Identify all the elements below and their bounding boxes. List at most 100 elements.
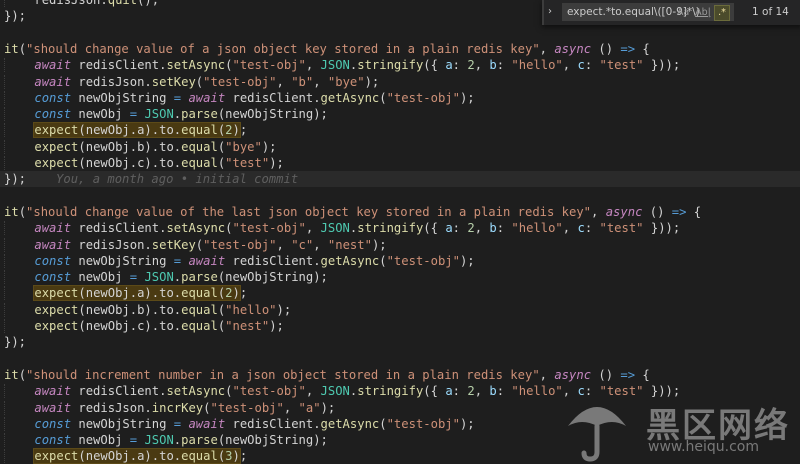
code-line[interactable]	[0, 25, 800, 41]
code-token: (newObjString);	[217, 107, 328, 122]
indent-guide	[4, 319, 35, 333]
code-line[interactable]: await redisClient.setAsync("test-obj", J…	[0, 220, 800, 236]
code-token: setAsync	[166, 58, 226, 73]
code-token: );	[269, 319, 284, 333]
code-token: parse	[181, 107, 218, 122]
code-token: getAsync	[320, 253, 380, 268]
code-token: ,	[276, 237, 292, 252]
code-token: "should change value of a json object ke…	[26, 41, 540, 56]
code-line[interactable]: expect(newObj.c).to.equal("nest");	[0, 318, 800, 334]
code-token: )	[232, 449, 240, 464]
code-token: (newObj.c).to.	[78, 156, 182, 170]
code-text: expect(newObj.a).to.equal(3);	[4, 448, 247, 464]
code-token: it	[4, 204, 19, 219]
chevron-right-icon[interactable]: ›	[548, 6, 558, 18]
code-token: const	[34, 416, 72, 431]
code-token: const	[34, 90, 72, 105]
code-text: });	[4, 8, 26, 24]
whole-word-toggle[interactable]: Ab|	[694, 6, 712, 20]
code-token: JSON	[144, 107, 174, 122]
code-line[interactable]: const newObjString = await redisClient.g…	[0, 90, 800, 106]
code-line[interactable]	[0, 188, 800, 204]
indent-guide	[4, 156, 35, 170]
code-line[interactable]: await redisClient.setAsync("test-obj", J…	[0, 57, 800, 73]
code-token: (newObj.c).to.	[78, 319, 182, 333]
code-line[interactable]: it("should change value of the last json…	[0, 204, 800, 220]
code-token: const	[34, 107, 72, 122]
code-token: expect	[34, 319, 79, 333]
code-token: (	[18, 367, 27, 382]
indent-guide	[4, 253, 35, 268]
code-text: redisJson.quit();	[4, 0, 159, 8]
code-line[interactable]: it("should increment number in a json ob…	[0, 367, 800, 383]
code-token: {	[635, 41, 650, 56]
code-token: );	[364, 74, 380, 89]
code-token: "test-obj"	[386, 253, 460, 268]
code-token: 2	[225, 286, 233, 301]
code-token: ;	[239, 123, 248, 138]
code-line[interactable]: expect(newObj.b).to.equal("bye");	[0, 139, 800, 155]
indent-guide	[4, 107, 35, 122]
code-token: await	[34, 74, 72, 89]
code-token: "test"	[599, 221, 644, 236]
code-line[interactable]: const newObj = JSON.parse(newObjString);	[0, 269, 800, 285]
code-token: "hello"	[511, 221, 563, 236]
code-token: ({	[423, 58, 446, 73]
indent-guide	[4, 270, 35, 285]
code-token: ,	[562, 58, 578, 73]
code-line[interactable]: const newObjString = await redisClient.g…	[0, 253, 800, 269]
code-token: (newObj.a).to.	[78, 449, 182, 464]
code-token: await	[188, 416, 226, 431]
code-line[interactable]: });	[0, 334, 800, 350]
code-text: expect(newObj.c).to.equal("nest");	[4, 318, 284, 334]
code-token: expect	[34, 156, 79, 170]
code-line[interactable]: expect(newObj.c).to.equal("test");	[0, 155, 800, 171]
code-token: JSON	[320, 221, 350, 236]
code-text: const newObj = JSON.parse(newObjString);	[4, 269, 328, 285]
code-line[interactable]: expect(newObj.a).to.equal(2);	[0, 122, 800, 139]
code-token: =>	[620, 41, 636, 56]
code-text: await redisJson.setKey("test-obj", "c", …	[4, 237, 387, 253]
find-widget: › expect.*to.equal\([0-9]*\) Aa Ab| .* 1…	[542, 0, 800, 25]
code-token: ,	[305, 221, 321, 236]
code-token: equal	[181, 286, 218, 301]
indent-guide	[4, 400, 35, 415]
code-token: redisJson.	[71, 74, 152, 89]
code-token: async	[554, 367, 592, 382]
find-input[interactable]: expect.*to.equal\([0-9]*\) Aa Ab| .*	[562, 3, 734, 21]
code-token: "should change value of the last json ob…	[26, 204, 592, 219]
match-case-toggle[interactable]: Aa	[675, 6, 691, 20]
regex-icon[interactable]: .*	[714, 5, 730, 21]
code-line[interactable]	[0, 351, 800, 367]
code-token: ,	[539, 41, 555, 56]
code-token: await	[34, 384, 72, 399]
code-token: :	[452, 384, 468, 399]
code-line[interactable]: await redisJson.setKey("test-obj", "c", …	[0, 237, 800, 253]
code-line[interactable]: expect(newObj.b).to.equal("hello");	[0, 302, 800, 318]
match-count: 1 of 14	[752, 6, 789, 18]
code-token: async	[554, 41, 592, 56]
code-token: });	[4, 9, 27, 24]
code-line[interactable]: expect(newObj.a).to.equal(2);	[0, 285, 800, 302]
code-text: expect(newObj.a).to.equal(2);	[4, 122, 248, 139]
code-token: (newObj.a).to.	[78, 286, 182, 301]
code-token: newObj	[71, 270, 130, 285]
code-token: );	[261, 139, 277, 154]
code-token: =>	[671, 204, 687, 219]
code-line[interactable]: }); You, a month ago • initial commit	[0, 171, 800, 188]
code-line[interactable]: const newObj = JSON.parse(newObjString);	[0, 106, 800, 122]
code-text: expect(newObj.b).to.equal("bye");	[4, 139, 277, 155]
code-token: ,	[313, 237, 328, 252]
code-token: expect	[34, 286, 79, 301]
code-line[interactable]: it("should change value of a json object…	[0, 41, 800, 57]
code-token: expect	[34, 139, 79, 154]
code-token: it	[4, 367, 19, 382]
code-token: await	[34, 237, 72, 252]
code-token: equal	[181, 449, 218, 464]
code-token: (	[379, 90, 387, 105]
code-token: ,	[562, 221, 578, 236]
code-line[interactable]: await redisJson.setKey("test-obj", "b", …	[0, 74, 800, 90]
code-editor[interactable]: redisJson.quit();}); it("should change va…	[0, 0, 800, 464]
code-token: ()	[591, 367, 621, 382]
code-token: await	[34, 58, 72, 73]
